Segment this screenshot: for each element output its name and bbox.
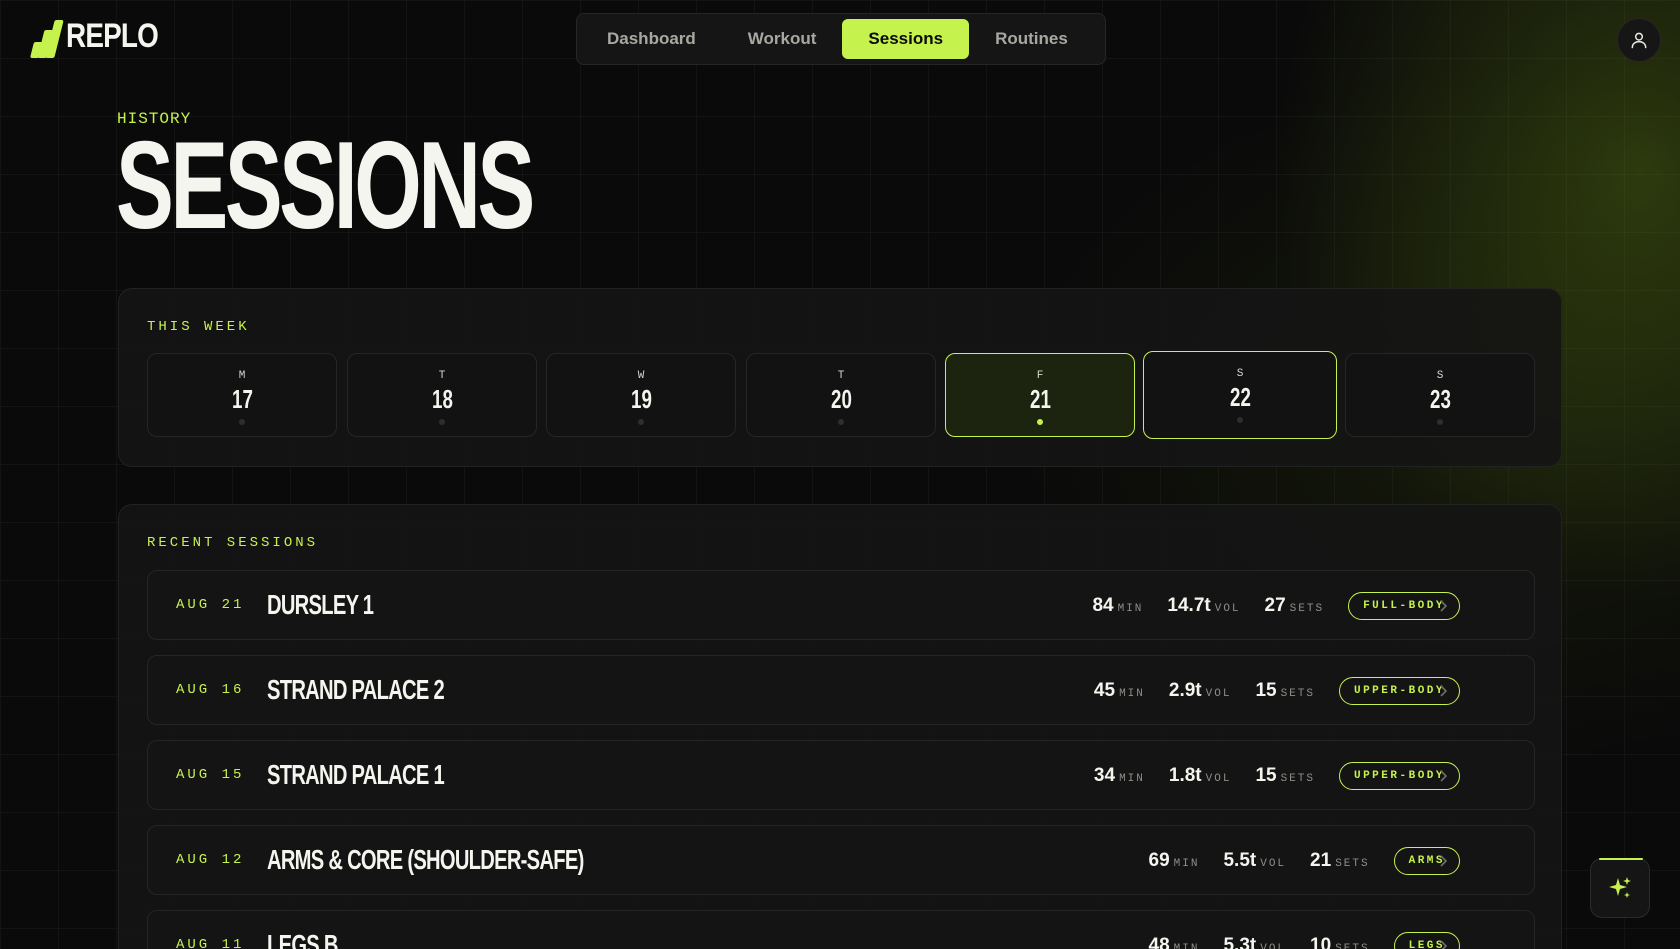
chevron-right-icon bbox=[1438, 656, 1448, 726]
session-name: STRAND PALACE 2 bbox=[267, 674, 445, 705]
stat-sets: 15 SETS bbox=[1255, 765, 1315, 786]
stat-sets: 21 SETS bbox=[1310, 850, 1370, 871]
day-number: 17 bbox=[231, 384, 253, 414]
day-number: 18 bbox=[431, 384, 453, 414]
day-cell-mon[interactable]: M 17 bbox=[147, 353, 337, 437]
tab-routines[interactable]: Routines bbox=[969, 19, 1094, 59]
session-date: AUG 21 bbox=[176, 597, 245, 613]
session-name: STRAND PALACE 1 bbox=[267, 759, 445, 790]
tab-dashboard[interactable]: Dashboard bbox=[581, 19, 722, 59]
session-name: ARMS & CORE (SHOULDER-SAFE) bbox=[267, 844, 584, 875]
sessions-label: RECENT SESSIONS bbox=[147, 535, 319, 551]
session-tag: ARMS bbox=[1393, 847, 1460, 875]
stat-duration: 34 MIN bbox=[1093, 765, 1145, 786]
session-row[interactable]: AUG 11 LEGS B 48 MIN 5.3t VOL 10 SETS LEGS bbox=[147, 910, 1535, 949]
day-letter: S bbox=[1436, 370, 1444, 382]
day-letter: F bbox=[1036, 370, 1044, 382]
day-letter: T bbox=[438, 370, 446, 382]
chevron-right-icon bbox=[1438, 911, 1448, 949]
day-letter: M bbox=[238, 370, 246, 382]
tab-sessions[interactable]: Sessions bbox=[842, 19, 970, 59]
session-row[interactable]: AUG 21 DURSLEY 1 84 MIN 14.7t VOL 27 SETS F… bbox=[147, 570, 1535, 640]
app-name: REPLO bbox=[66, 16, 159, 55]
profile-button[interactable] bbox=[1617, 18, 1661, 62]
activity-dot bbox=[1037, 419, 1043, 425]
day-number: 20 bbox=[830, 384, 852, 414]
tab-workout[interactable]: Workout bbox=[722, 19, 843, 59]
stat-duration: 69 MIN bbox=[1148, 850, 1200, 871]
session-name: DURSLEY 1 bbox=[267, 589, 374, 620]
day-number: 19 bbox=[630, 384, 652, 414]
stat-duration: 48 MIN bbox=[1148, 935, 1200, 949]
stat-volume: 1.8t VOL bbox=[1168, 765, 1232, 786]
session-date: AUG 15 bbox=[176, 767, 245, 783]
day-cell-thu[interactable]: T 20 bbox=[746, 353, 936, 437]
day-cell-tue[interactable]: T 18 bbox=[347, 353, 537, 437]
activity-dot bbox=[1437, 419, 1443, 425]
activity-dot bbox=[239, 419, 245, 425]
activity-dot bbox=[439, 419, 445, 425]
session-row[interactable]: AUG 12 ARMS & CORE (SHOULDER-SAFE) 69 MIN… bbox=[147, 825, 1535, 895]
activity-dot bbox=[1237, 417, 1243, 423]
page-title: SESSIONS bbox=[116, 117, 535, 255]
session-name: LEGS B bbox=[267, 929, 338, 949]
stat-volume: 5.3t VOL bbox=[1223, 935, 1287, 949]
stat-sets: 10 SETS bbox=[1310, 935, 1370, 949]
session-date: AUG 12 bbox=[176, 852, 245, 868]
main-nav: Dashboard Workout Sessions Routines bbox=[576, 13, 1106, 65]
chevron-right-icon bbox=[1438, 826, 1448, 896]
stat-volume: 14.7t VOL bbox=[1167, 595, 1241, 616]
activity-dot bbox=[638, 419, 644, 425]
app-logo[interactable]: REPLO bbox=[28, 14, 178, 58]
stat-duration: 45 MIN bbox=[1093, 680, 1145, 701]
stat-sets: 27 SETS bbox=[1264, 595, 1325, 616]
sparkle-icon bbox=[1609, 877, 1631, 898]
session-row[interactable]: AUG 15 STRAND PALACE 1 34 MIN 1.8t VOL 15 S… bbox=[147, 740, 1535, 810]
stat-volume: 5.5t VOL bbox=[1223, 850, 1287, 871]
day-number: 22 bbox=[1229, 382, 1251, 412]
day-cell-sun[interactable]: S 23 bbox=[1345, 353, 1535, 437]
stat-duration: 84 MIN bbox=[1092, 595, 1144, 616]
day-number: 23 bbox=[1429, 384, 1451, 414]
activity-dot bbox=[838, 419, 844, 425]
stat-volume: 2.9t VOL bbox=[1168, 680, 1232, 701]
day-cell-fri[interactable]: F 21 bbox=[945, 353, 1135, 437]
logo-mark-icon bbox=[28, 14, 64, 58]
chevron-right-icon bbox=[1438, 741, 1448, 811]
day-letter: W bbox=[637, 370, 645, 382]
ai-assist-button[interactable] bbox=[1590, 858, 1650, 918]
sessions-panel: RECENT SESSIONS AUG 21 DURSLEY 1 84 MIN 1… bbox=[118, 504, 1562, 949]
day-letter: T bbox=[837, 370, 845, 382]
day-letter: S bbox=[1236, 368, 1244, 380]
day-number: 21 bbox=[1029, 384, 1051, 414]
stat-sets: 15 SETS bbox=[1255, 680, 1315, 701]
day-cell-sat[interactable]: S 22 bbox=[1143, 351, 1337, 439]
session-date: AUG 16 bbox=[176, 682, 245, 698]
session-row[interactable]: AUG 16 STRAND PALACE 2 45 MIN 2.9t VOL 15 S… bbox=[147, 655, 1535, 725]
chevron-right-icon bbox=[1438, 571, 1448, 641]
session-tag: LEGS bbox=[1393, 932, 1460, 949]
day-cell-wed[interactable]: W 19 bbox=[546, 353, 736, 437]
session-date: AUG 11 bbox=[176, 937, 245, 949]
user-icon bbox=[1631, 32, 1647, 49]
week-label: THIS WEEK bbox=[147, 319, 250, 335]
week-panel: THIS WEEK M 17 T 18 W 19 T 20 F 21 S 22 … bbox=[118, 288, 1562, 467]
